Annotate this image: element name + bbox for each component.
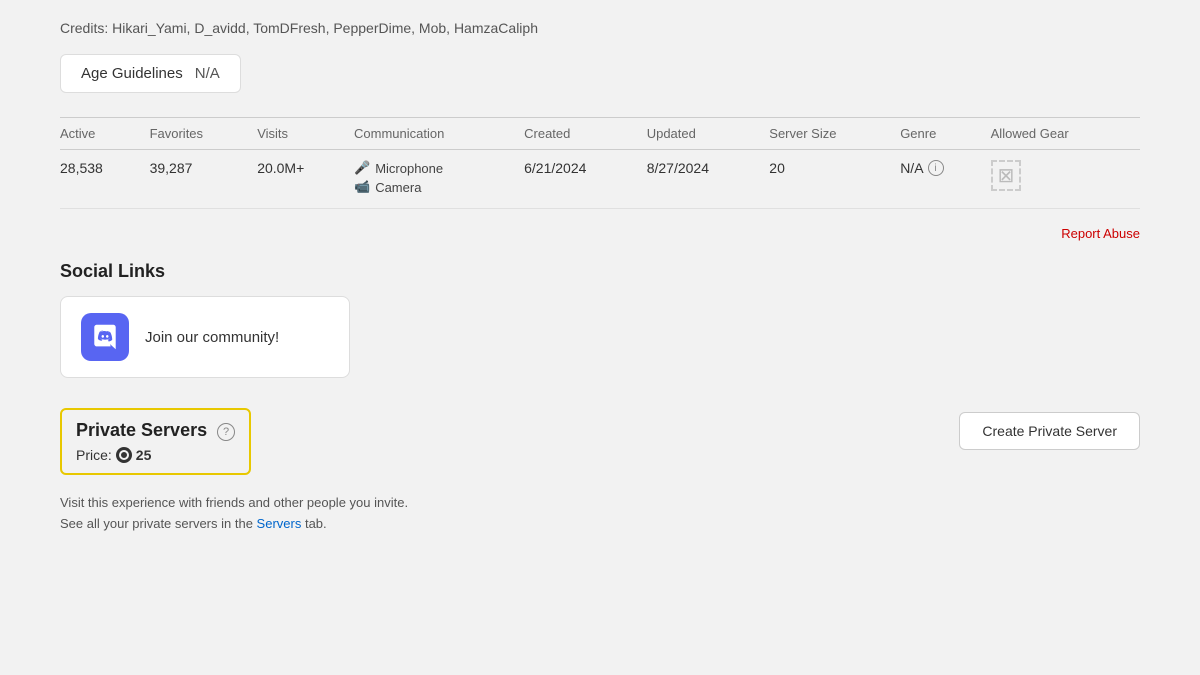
allowed-gear-icon: ⊠ <box>991 160 1022 191</box>
private-servers-title: Private Servers <box>76 420 207 440</box>
credits-section: Credits: Hikari_Yami, D_avidd, TomDFresh… <box>60 20 1140 36</box>
microphone-item: 🎤 Microphone <box>354 160 514 176</box>
create-button-container: Create Private Server <box>959 408 1140 450</box>
age-guidelines-label: Age Guidelines <box>81 65 183 82</box>
price-row: Price: 25 <box>76 447 235 463</box>
col-favorites: Favorites <box>150 118 258 150</box>
desc-line2-post: tab. <box>301 516 326 531</box>
create-private-server-button[interactable]: Create Private Server <box>959 412 1140 450</box>
servers-tab-link[interactable]: Servers <box>257 516 302 531</box>
report-abuse-link[interactable]: Report Abuse <box>1061 226 1140 241</box>
camera-label: Camera <box>375 180 421 195</box>
microphone-icon: 🎤 <box>354 160 370 176</box>
private-servers-section: Private Servers ? Price: 25 Visit this e… <box>60 408 1140 535</box>
desc-line2-pre: See all your private servers in the <box>60 516 257 531</box>
camera-icon: 📹 <box>354 179 370 195</box>
col-allowed-gear: Allowed Gear <box>991 118 1140 150</box>
social-links-section: Social Links Join our community! <box>60 261 1140 378</box>
col-visits: Visits <box>257 118 354 150</box>
private-servers-help-icon[interactable]: ? <box>217 423 235 441</box>
social-links-title: Social Links <box>60 261 1140 282</box>
col-updated: Updated <box>647 118 770 150</box>
age-guidelines-value: N/A <box>195 65 220 82</box>
page-container: Credits: Hikari_Yami, D_avidd, TomDFresh… <box>0 0 1200 675</box>
cell-created: 6/21/2024 <box>524 150 647 209</box>
col-genre: Genre <box>900 118 990 150</box>
robux-icon <box>116 447 132 463</box>
cell-communication: 🎤 Microphone 📹 Camera <box>354 150 524 209</box>
microphone-label: Microphone <box>375 161 443 176</box>
private-servers-left: Private Servers ? Price: 25 Visit this e… <box>60 408 959 535</box>
cell-updated: 8/27/2024 <box>647 150 770 209</box>
table-row: 28,538 39,287 20.0M+ 🎤 Microphone 📹 Came… <box>60 150 1140 209</box>
col-created: Created <box>524 118 647 150</box>
genre-info-icon[interactable]: i <box>928 160 944 176</box>
discord-logo-icon <box>90 322 120 352</box>
discord-card[interactable]: Join our community! <box>60 296 350 378</box>
credits-names: Hikari_Yami, D_avidd, TomDFresh, PepperD… <box>112 20 538 36</box>
credits-label: Credits: <box>60 20 108 36</box>
private-servers-box: Private Servers ? Price: 25 <box>60 408 251 475</box>
desc-line2: See all your private servers in the Serv… <box>60 514 959 535</box>
desc-line1: Visit this experience with friends and o… <box>60 493 959 514</box>
cell-favorites: 39,287 <box>150 150 258 209</box>
cell-allowed-gear: ⊠ <box>991 150 1140 209</box>
col-communication: Communication <box>354 118 524 150</box>
stats-table: Active Favorites Visits Communication Cr… <box>60 117 1140 209</box>
discord-join-text: Join our community! <box>145 329 279 346</box>
price-label: Price: <box>76 447 112 463</box>
price-amount: 25 <box>136 447 152 463</box>
genre-value: N/A <box>900 160 923 176</box>
cell-genre: N/A i <box>900 150 990 209</box>
report-abuse-section: Report Abuse <box>60 225 1140 241</box>
cell-visits: 20.0M+ <box>257 150 354 209</box>
private-servers-description: Visit this experience with friends and o… <box>60 493 959 535</box>
cell-active: 28,538 <box>60 150 150 209</box>
age-guidelines-box: Age Guidelines N/A <box>60 54 241 93</box>
col-server-size: Server Size <box>769 118 900 150</box>
col-active: Active <box>60 118 150 150</box>
discord-icon-box <box>81 313 129 361</box>
camera-item: 📹 Camera <box>354 179 514 195</box>
cell-server-size: 20 <box>769 150 900 209</box>
